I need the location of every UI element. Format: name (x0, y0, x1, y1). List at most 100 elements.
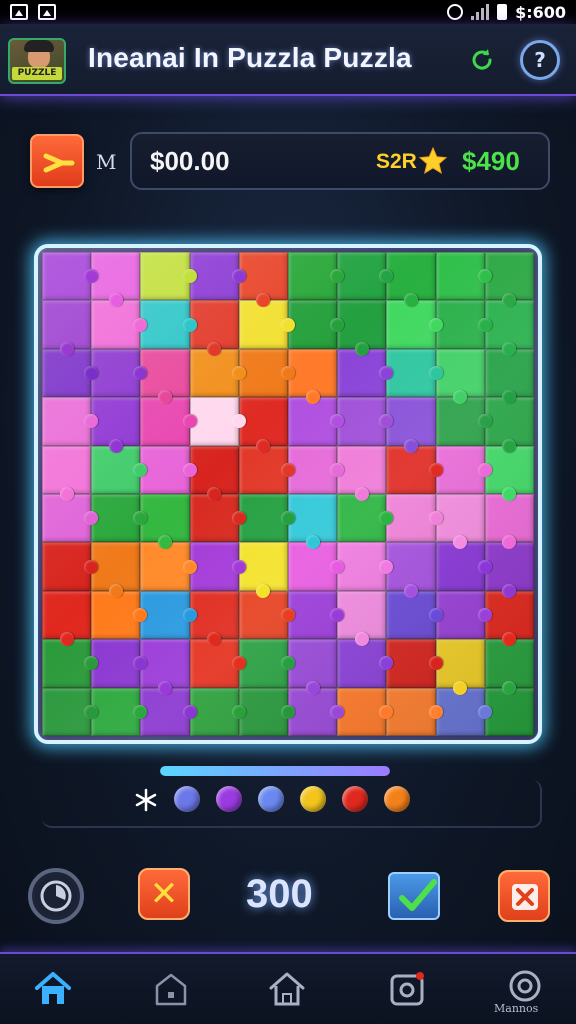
puzzle-piece[interactable] (189, 348, 247, 398)
puzzle-piece[interactable] (91, 397, 141, 454)
nav-camera[interactable] (386, 968, 428, 1010)
puzzle-piece[interactable] (337, 348, 394, 398)
puzzle-piece[interactable] (386, 639, 443, 688)
nav-home[interactable] (32, 968, 74, 1010)
puzzle-piece[interactable] (140, 348, 190, 405)
sparkle-icon[interactable] (132, 786, 160, 814)
puzzle-piece[interactable] (435, 542, 493, 591)
refresh-icon[interactable] (468, 46, 496, 74)
puzzle-grid[interactable] (42, 252, 534, 736)
shuffle-button[interactable] (498, 870, 550, 922)
puzzle-piece[interactable] (91, 252, 141, 308)
puzzle-piece[interactable] (435, 494, 485, 550)
puzzle-piece[interactable] (288, 494, 338, 550)
puzzle-piece[interactable] (140, 445, 197, 494)
puzzle-piece[interactable] (91, 590, 148, 640)
puzzle-piece[interactable] (238, 397, 288, 454)
puzzle-piece[interactable] (140, 639, 190, 696)
cancel-button[interactable]: ✕ (138, 868, 190, 920)
puzzle-piece[interactable] (386, 687, 443, 736)
puzzle-piece[interactable] (140, 542, 197, 591)
puzzle-piece[interactable] (484, 397, 534, 454)
puzzle-piece[interactable] (42, 397, 99, 446)
puzzle-piece[interactable] (435, 445, 493, 494)
nav-house-outline[interactable] (266, 968, 308, 1010)
puzzle-piece[interactable] (337, 542, 394, 591)
help-button[interactable]: ? (520, 40, 560, 80)
puzzle-piece[interactable] (140, 590, 197, 640)
puzzle-piece[interactable] (435, 397, 493, 446)
puzzle-piece[interactable] (484, 494, 534, 550)
puzzle-piece[interactable] (140, 494, 190, 550)
puzzle-piece[interactable] (288, 252, 345, 301)
puzzle-piece[interactable] (386, 494, 443, 543)
puzzle-piece[interactable] (189, 542, 247, 591)
puzzle-piece[interactable] (189, 639, 247, 688)
puzzle-piece[interactable] (91, 445, 148, 494)
puzzle-piece[interactable] (189, 300, 239, 357)
puzzle-piece[interactable] (484, 639, 534, 696)
puzzle-piece[interactable] (238, 639, 296, 688)
puzzle-piece[interactable] (91, 300, 148, 349)
puzzle-piece[interactable] (189, 590, 239, 647)
color-dot[interactable] (258, 786, 284, 812)
color-dot[interactable] (174, 786, 200, 812)
puzzle-piece[interactable] (238, 542, 288, 599)
puzzle-piece[interactable] (42, 542, 99, 591)
puzzle-piece[interactable] (42, 252, 99, 301)
color-dot[interactable] (216, 786, 242, 812)
puzzle-piece[interactable] (238, 252, 288, 308)
puzzle-piece[interactable] (189, 252, 247, 301)
puzzle-piece[interactable] (238, 300, 296, 349)
puzzle-piece[interactable] (386, 445, 443, 494)
puzzle-piece[interactable] (91, 494, 148, 543)
puzzle-piece[interactable] (91, 542, 141, 599)
puzzle-piece[interactable] (288, 397, 345, 446)
puzzle-piece[interactable] (42, 590, 92, 647)
confirm-button[interactable] (388, 872, 440, 920)
puzzle-piece[interactable] (42, 494, 99, 543)
puzzle-piece[interactable] (386, 300, 443, 349)
puzzle-piece[interactable] (386, 252, 436, 308)
puzzle-piece[interactable] (337, 252, 394, 301)
puzzle-piece[interactable] (140, 300, 197, 349)
puzzle-piece[interactable] (288, 348, 338, 405)
puzzle-piece[interactable] (435, 639, 485, 696)
app-logo[interactable]: PUZZLE (8, 38, 66, 84)
puzzle-piece[interactable] (288, 687, 345, 736)
puzzle-piece[interactable] (337, 494, 394, 543)
puzzle-piece[interactable] (288, 445, 345, 494)
puzzle-piece[interactable] (140, 687, 197, 736)
color-dot[interactable] (384, 786, 410, 812)
puzzle-piece[interactable] (484, 590, 534, 647)
puzzle-piece[interactable] (189, 397, 247, 446)
puzzle-board[interactable] (34, 244, 542, 744)
puzzle-piece[interactable] (484, 348, 534, 405)
puzzle-piece[interactable] (238, 348, 296, 398)
timer-button[interactable] (28, 868, 84, 924)
puzzle-piece[interactable] (435, 590, 493, 640)
puzzle-piece[interactable] (484, 252, 534, 308)
puzzle-piece[interactable] (42, 687, 99, 736)
puzzle-piece[interactable] (435, 300, 493, 349)
puzzle-piece[interactable] (435, 252, 493, 301)
puzzle-piece[interactable] (484, 687, 534, 736)
menu-button[interactable] (30, 134, 84, 188)
puzzle-piece[interactable] (386, 590, 443, 640)
puzzle-piece[interactable] (91, 687, 148, 736)
puzzle-piece[interactable] (238, 590, 296, 640)
puzzle-piece[interactable] (42, 639, 99, 688)
puzzle-piece[interactable] (238, 445, 296, 494)
puzzle-piece[interactable] (189, 687, 247, 736)
puzzle-piece[interactable] (42, 300, 92, 357)
puzzle-piece[interactable] (386, 397, 436, 454)
puzzle-piece[interactable] (337, 687, 394, 736)
puzzle-piece[interactable] (337, 590, 387, 647)
puzzle-piece[interactable] (435, 687, 493, 736)
puzzle-piece[interactable] (386, 348, 443, 398)
puzzle-piece[interactable] (288, 542, 345, 591)
puzzle-piece[interactable] (189, 445, 239, 502)
puzzle-piece[interactable] (288, 590, 345, 640)
nav-house[interactable] (150, 968, 192, 1010)
puzzle-piece[interactable] (238, 494, 296, 543)
